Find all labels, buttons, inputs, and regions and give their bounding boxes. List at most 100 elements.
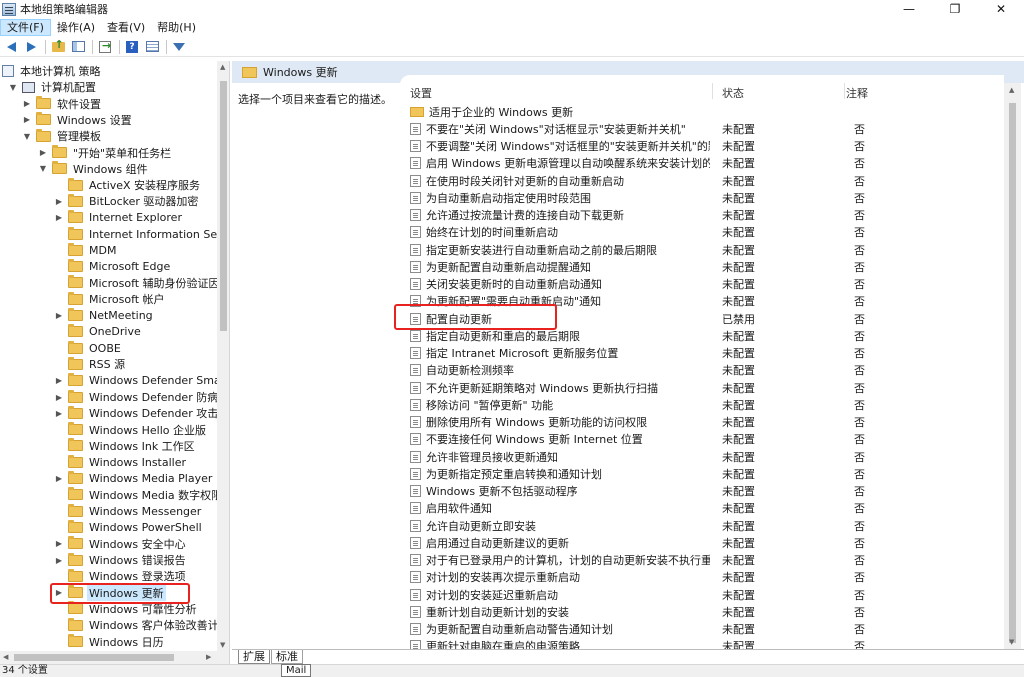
settings-list[interactable]: 设置 状态 注释 适用于企业的 Windows 更新 不要在"关闭 Windows… bbox=[400, 75, 1004, 649]
table-row[interactable]: 指定 Intranet Microsoft 更新服务位置 未配置 否 bbox=[400, 345, 1004, 362]
table-row[interactable]: 允许非管理员接收更新通知 未配置 否 bbox=[400, 448, 1004, 465]
tree-item[interactable]: OneDrive bbox=[54, 324, 143, 340]
maximize-button[interactable]: ❐ bbox=[932, 0, 978, 18]
tree-item[interactable]: ▶ Internet Explorer bbox=[54, 210, 184, 226]
tree-item[interactable]: ▼ 计算机配置 bbox=[8, 79, 98, 95]
tree-item[interactable]: ▶ Windows Defender 攻击防护 bbox=[54, 405, 229, 421]
tree-item[interactable]: 本地计算机 策略 bbox=[2, 63, 103, 79]
column-divider[interactable] bbox=[844, 83, 845, 99]
details-scroll-thumb[interactable] bbox=[1009, 103, 1016, 643]
table-row[interactable]: 不要调整"关闭 Windows"对话框里的"安装更新并关机"的默... 未配置 否 bbox=[400, 138, 1004, 155]
menu-action[interactable]: 操作(A) bbox=[51, 19, 101, 36]
tree-item[interactable]: ▶ NetMeeting bbox=[54, 308, 155, 324]
table-row[interactable]: 删除使用所有 Windows 更新功能的访问权限 未配置 否 bbox=[400, 414, 1004, 431]
minimize-button[interactable]: — bbox=[886, 0, 932, 18]
table-row[interactable]: 不允许更新延期策略对 Windows 更新执行扫描 未配置 否 bbox=[400, 379, 1004, 396]
details-vertical-scrollbar[interactable]: ▲ ▼ bbox=[1004, 83, 1021, 649]
expanded-chevron-icon[interactable]: ▼ bbox=[8, 83, 18, 92]
column-header-state[interactable]: 状态 bbox=[722, 85, 744, 101]
table-row[interactable]: 重新计划自动更新计划的安装 未配置 否 bbox=[400, 603, 1004, 620]
properties-button[interactable] bbox=[143, 38, 161, 56]
tree-item[interactable]: ▶ Windows 设置 bbox=[22, 112, 134, 128]
tree-item[interactable]: Windows PowerShell bbox=[54, 519, 204, 535]
tree-item[interactable]: Windows 登录选项 bbox=[54, 568, 188, 584]
filter-button[interactable] bbox=[170, 38, 188, 56]
collapsed-chevron-icon[interactable]: ▶ bbox=[54, 393, 64, 402]
table-row[interactable]: 不要在"关闭 Windows"对话框显示"安装更新并关机" 未配置 否 bbox=[400, 120, 1004, 137]
collapsed-chevron-icon[interactable]: ▶ bbox=[54, 474, 64, 483]
collapsed-chevron-icon[interactable]: ▶ bbox=[54, 409, 64, 418]
tree-item[interactable]: ▶ Windows Media Player bbox=[54, 471, 214, 487]
tree-item[interactable]: Windows 客户体验改善计划 bbox=[54, 617, 229, 633]
tree-item[interactable]: ▶ 软件设置 bbox=[22, 96, 103, 112]
forward-button[interactable] bbox=[22, 38, 40, 56]
table-row[interactable]: 在使用时段关闭针对更新的自动重新启动 未配置 否 bbox=[400, 172, 1004, 189]
table-row[interactable]: 允许自动更新立即安装 未配置 否 bbox=[400, 517, 1004, 534]
tree-item[interactable]: ▶ "开始"菜单和任务栏 bbox=[38, 145, 173, 161]
tree-item[interactable]: Windows Ink 工作区 bbox=[54, 438, 197, 454]
table-row[interactable]: 允许通过按流量计费的连接自动下载更新 未配置 否 bbox=[400, 207, 1004, 224]
tab-extended[interactable]: 扩展 bbox=[238, 650, 270, 664]
collapsed-chevron-icon[interactable]: ▶ bbox=[22, 115, 32, 124]
tree-item[interactable]: MDM bbox=[54, 242, 118, 258]
table-row[interactable]: 移除访问 "暂停更新" 功能 未配置 否 bbox=[400, 396, 1004, 413]
tree-item[interactable]: Microsoft 辅助身份验证因素 bbox=[54, 275, 229, 291]
tree-item[interactable]: RSS 源 bbox=[54, 356, 127, 372]
tree-scroll-thumb[interactable] bbox=[220, 81, 227, 331]
collapsed-chevron-icon[interactable]: ▶ bbox=[22, 99, 32, 108]
tree-item[interactable]: Microsoft 帐户 bbox=[54, 291, 167, 307]
up-level-button[interactable] bbox=[49, 38, 67, 56]
table-row[interactable]: 启用软件通知 未配置 否 bbox=[400, 500, 1004, 517]
table-row[interactable]: 启用通过自动更新建议的更新 未配置 否 bbox=[400, 534, 1004, 551]
tree-horizontal-scrollbar[interactable]: ◀ ▶ bbox=[0, 651, 229, 664]
tree-item[interactable]: Windows Media 数字权限管理 bbox=[54, 487, 229, 503]
collapsed-chevron-icon[interactable]: ▶ bbox=[54, 376, 64, 385]
expanded-chevron-icon[interactable]: ▼ bbox=[38, 164, 48, 173]
table-row[interactable]: 对计划的安装再次提示重新启动 未配置 否 bbox=[400, 569, 1004, 586]
tree-item[interactable]: Windows Messenger bbox=[54, 503, 203, 519]
collapsed-chevron-icon[interactable]: ▶ bbox=[38, 148, 48, 157]
scroll-left-icon[interactable]: ◀ bbox=[3, 653, 8, 661]
table-row[interactable]: 为更新配置自动重新启动警告通知计划 未配置 否 bbox=[400, 621, 1004, 638]
table-row[interactable]: Windows 更新不包括驱动程序 未配置 否 bbox=[400, 483, 1004, 500]
scroll-right-icon[interactable]: ▶ bbox=[206, 653, 211, 661]
tree-item[interactable]: OOBE bbox=[54, 340, 123, 356]
table-row[interactable]: 为更新配置自动重新启动提醒通知 未配置 否 bbox=[400, 258, 1004, 275]
tree-vertical-scrollbar[interactable]: ▲ ▼ bbox=[217, 61, 229, 651]
tree-item[interactable]: ▶ BitLocker 驱动器加密 bbox=[54, 193, 200, 209]
table-row[interactable]: 对于有已登录用户的计算机，计划的自动更新安装不执行重... 未配置 否 bbox=[400, 552, 1004, 569]
console-tree-pane[interactable]: 本地计算机 策略 ▼ 计算机配置 ▶ 软件设置 ▶ Windows 设置 ▼ 管理模板 ▶ "开始"… bbox=[0, 61, 230, 664]
expanded-chevron-icon[interactable]: ▼ bbox=[22, 132, 32, 141]
column-divider[interactable] bbox=[712, 83, 713, 99]
collapsed-chevron-icon[interactable]: ▶ bbox=[54, 311, 64, 320]
tree-item[interactable]: ▶ Windows Defender 防病毒程 bbox=[54, 389, 229, 405]
tree-hscroll-thumb[interactable] bbox=[14, 654, 174, 661]
column-header-setting[interactable]: 设置 bbox=[410, 85, 432, 101]
collapsed-chevron-icon[interactable]: ▶ bbox=[54, 556, 64, 565]
close-button[interactable]: ✕ bbox=[978, 0, 1024, 18]
collapsed-chevron-icon[interactable]: ▶ bbox=[54, 197, 64, 206]
tree-item[interactable]: ▶ Windows Defender SmartScr bbox=[54, 373, 229, 389]
menu-help[interactable]: 帮助(H) bbox=[151, 19, 202, 36]
menu-view[interactable]: 查看(V) bbox=[101, 19, 151, 36]
tree-item[interactable]: Microsoft Edge bbox=[54, 259, 172, 275]
back-button[interactable] bbox=[2, 38, 20, 56]
table-row[interactable]: 始终在计划的时间重新启动 未配置 否 bbox=[400, 224, 1004, 241]
table-row[interactable]: 不要连接任何 Windows 更新 Internet 位置 未配置 否 bbox=[400, 431, 1004, 448]
tree-item[interactable]: ActiveX 安装程序服务 bbox=[54, 177, 202, 193]
tree-item[interactable]: Windows Installer bbox=[54, 454, 188, 470]
tab-standard[interactable]: 标准 bbox=[271, 650, 303, 664]
column-header-note[interactable]: 注释 bbox=[846, 85, 868, 101]
collapsed-chevron-icon[interactable]: ▶ bbox=[54, 213, 64, 222]
scroll-up-icon[interactable]: ▲ bbox=[1009, 86, 1014, 94]
collapsed-chevron-icon[interactable]: ▶ bbox=[54, 539, 64, 548]
tree-item[interactable]: Internet Information Service bbox=[54, 226, 229, 242]
tree-item[interactable]: ▶ Windows 错误报告 bbox=[54, 552, 188, 568]
table-row[interactable]: 为更新指定预定重启转换和通知计划 未配置 否 bbox=[400, 465, 1004, 482]
tree-item[interactable]: Windows 日历 bbox=[54, 634, 166, 650]
help-button[interactable]: ? bbox=[123, 38, 141, 56]
tree-item[interactable]: ▼ 管理模板 bbox=[22, 128, 103, 144]
show-hide-tree-button[interactable] bbox=[69, 38, 87, 56]
scroll-down-icon[interactable]: ▼ bbox=[1009, 638, 1014, 646]
table-row[interactable]: 对计划的安装延迟重新启动 未配置 否 bbox=[400, 586, 1004, 603]
